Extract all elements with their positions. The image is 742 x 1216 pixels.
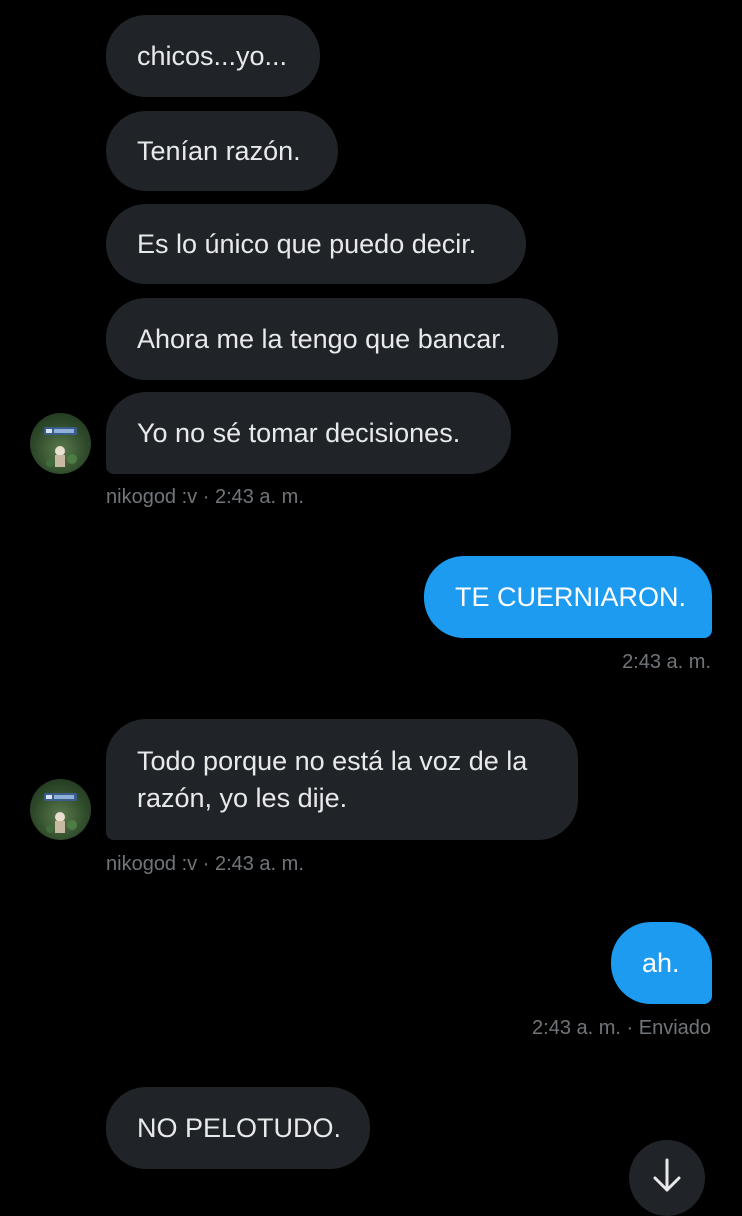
message-meta: nikogod :v · 2:43 a. m. (106, 486, 304, 508)
scroll-to-bottom-button[interactable] (629, 1140, 705, 1216)
message-text: TE CUERNIARON. (455, 581, 687, 612)
message-bubble-outgoing[interactable]: TE CUERNIARON. (424, 556, 712, 638)
message-text-line: Todo porque no está la voz de la (137, 745, 528, 776)
message-bubble-incoming[interactable]: NO PELOTUDO. (106, 1087, 370, 1169)
message-bubble-incoming[interactable]: Es lo único que puedo decir. (106, 204, 526, 284)
message-text: Yo no sé tomar decisiones. (137, 417, 461, 448)
avatar-image-icon (44, 793, 77, 833)
message-meta: 2:43 a. m. (622, 651, 711, 673)
message-bubble-incoming[interactable]: Ahora me la tengo que bancar. (106, 298, 558, 380)
message-text: Tenían razón. (137, 135, 301, 166)
message-text: ah. (642, 947, 680, 978)
message-meta: 2:43 a. m. · Enviado (532, 1017, 711, 1039)
message-bubble-incoming[interactable]: Todo porque no está la voz de la razón, … (106, 719, 578, 840)
message-text: chicos...yo... (137, 40, 288, 71)
arrow-down-icon (653, 1158, 681, 1192)
message-text: Es lo único que puedo decir. (137, 228, 477, 259)
user-avatar[interactable] (30, 779, 91, 840)
message-bubble-incoming[interactable]: Tenían razón. (106, 111, 338, 191)
message-text: Ahora me la tengo que bancar. (137, 323, 507, 354)
message-meta: nikogod :v · 2:43 a. m. (106, 853, 304, 875)
message-text: NO PELOTUDO. (137, 1112, 342, 1143)
message-bubble-incoming[interactable]: chicos...yo... (106, 15, 320, 97)
message-text-line: razón, yo les dije. (137, 782, 348, 813)
message-bubble-incoming[interactable]: Yo no sé tomar decisiones. (106, 392, 511, 474)
avatar-image-icon (44, 427, 77, 467)
user-avatar[interactable] (30, 413, 91, 474)
message-bubble-outgoing[interactable]: ah. (611, 922, 712, 1004)
